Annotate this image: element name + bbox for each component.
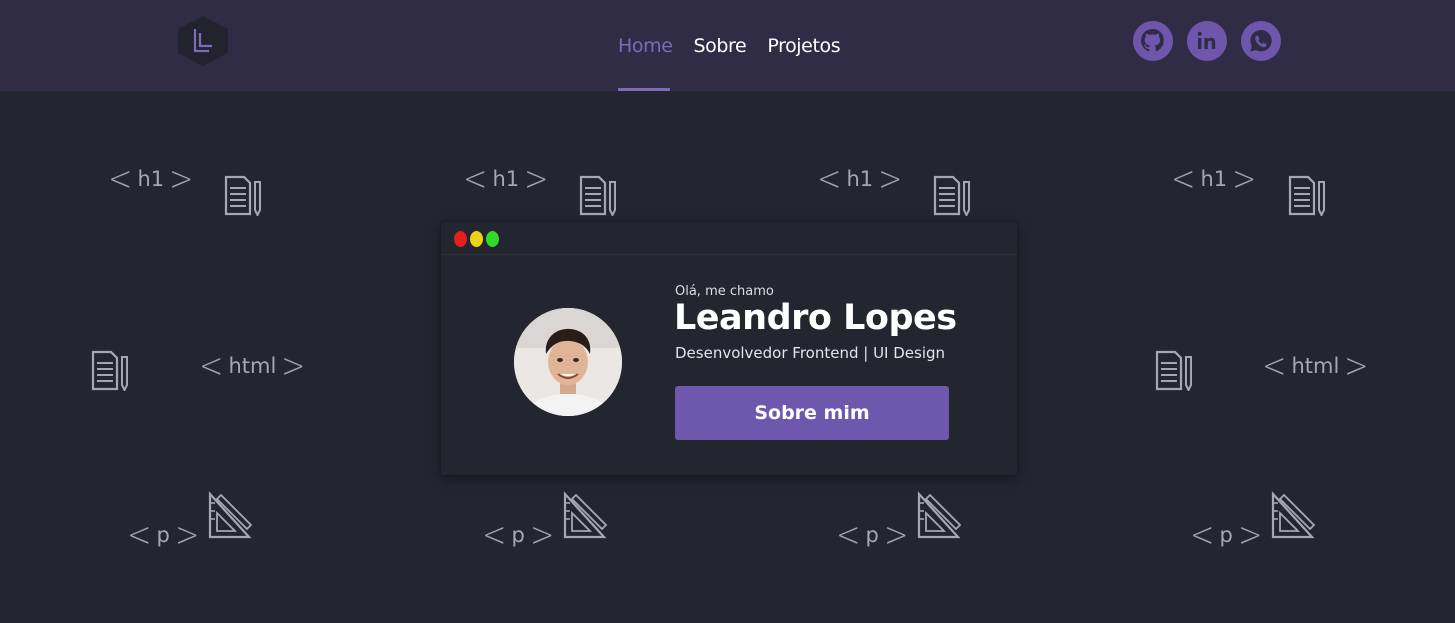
github-icon: [1141, 29, 1164, 52]
html-tag-glyph: < html >: [1262, 346, 1369, 386]
set-square-ruler-icon: [563, 491, 608, 539]
linkedin-link[interactable]: [1187, 21, 1227, 61]
window-titlebar: [441, 222, 1017, 255]
nav-projetos[interactable]: Projetos: [767, 35, 840, 57]
set-square-ruler-icon: [917, 491, 962, 539]
profile-role: Desenvolvedor Frontend | UI Design: [675, 344, 946, 362]
h1-tag-glyph: < h1 >: [108, 159, 194, 199]
html-tag-glyph: < html >: [199, 346, 306, 386]
hexagon-logo-icon[interactable]: [176, 15, 230, 67]
greeting-text: Olá, me chamo: [675, 284, 774, 299]
about-me-button[interactable]: Sobre mim: [675, 386, 949, 440]
window-dot-red: [454, 231, 467, 247]
document-pencil-icon: [1288, 175, 1325, 216]
profile-name: Leandro Lopes: [674, 298, 957, 338]
h1-tag-glyph: < h1 >: [817, 159, 903, 199]
document-pencil-icon: [91, 350, 128, 391]
window-dot-green: [486, 231, 499, 247]
document-pencil-icon: [224, 175, 261, 216]
p-tag-glyph: < p >: [1190, 515, 1263, 555]
top-navbar: Home Sobre Projetos: [0, 0, 1455, 91]
set-square-ruler-icon: [1271, 491, 1316, 539]
intro-card: Olá, me chamo Leandro Lopes Desenvolvedo…: [441, 222, 1017, 475]
profile-avatar: [514, 308, 622, 416]
nav-sobre[interactable]: Sobre: [694, 35, 747, 57]
social-links: [1133, 21, 1281, 61]
h1-tag-glyph: < h1 >: [1171, 159, 1257, 199]
nav-home[interactable]: Home: [618, 35, 673, 57]
main-nav: Home Sobre Projetos: [618, 0, 841, 91]
linkedin-icon: [1197, 31, 1216, 49]
p-tag-glyph: < p >: [482, 515, 555, 555]
set-square-ruler-icon: [208, 491, 253, 539]
github-link[interactable]: [1133, 21, 1173, 61]
active-nav-indicator: [618, 88, 670, 91]
document-pencil-icon: [579, 175, 616, 216]
p-tag-glyph: < p >: [127, 515, 200, 555]
whatsapp-icon: [1250, 30, 1272, 52]
document-pencil-icon: [933, 175, 970, 216]
p-tag-glyph: < p >: [836, 515, 909, 555]
profile-photo-illustration: [514, 308, 622, 416]
document-pencil-icon: [1155, 350, 1192, 391]
h1-tag-glyph: < h1 >: [463, 159, 549, 199]
window-dot-yellow: [470, 231, 483, 247]
whatsapp-link[interactable]: [1241, 21, 1281, 61]
